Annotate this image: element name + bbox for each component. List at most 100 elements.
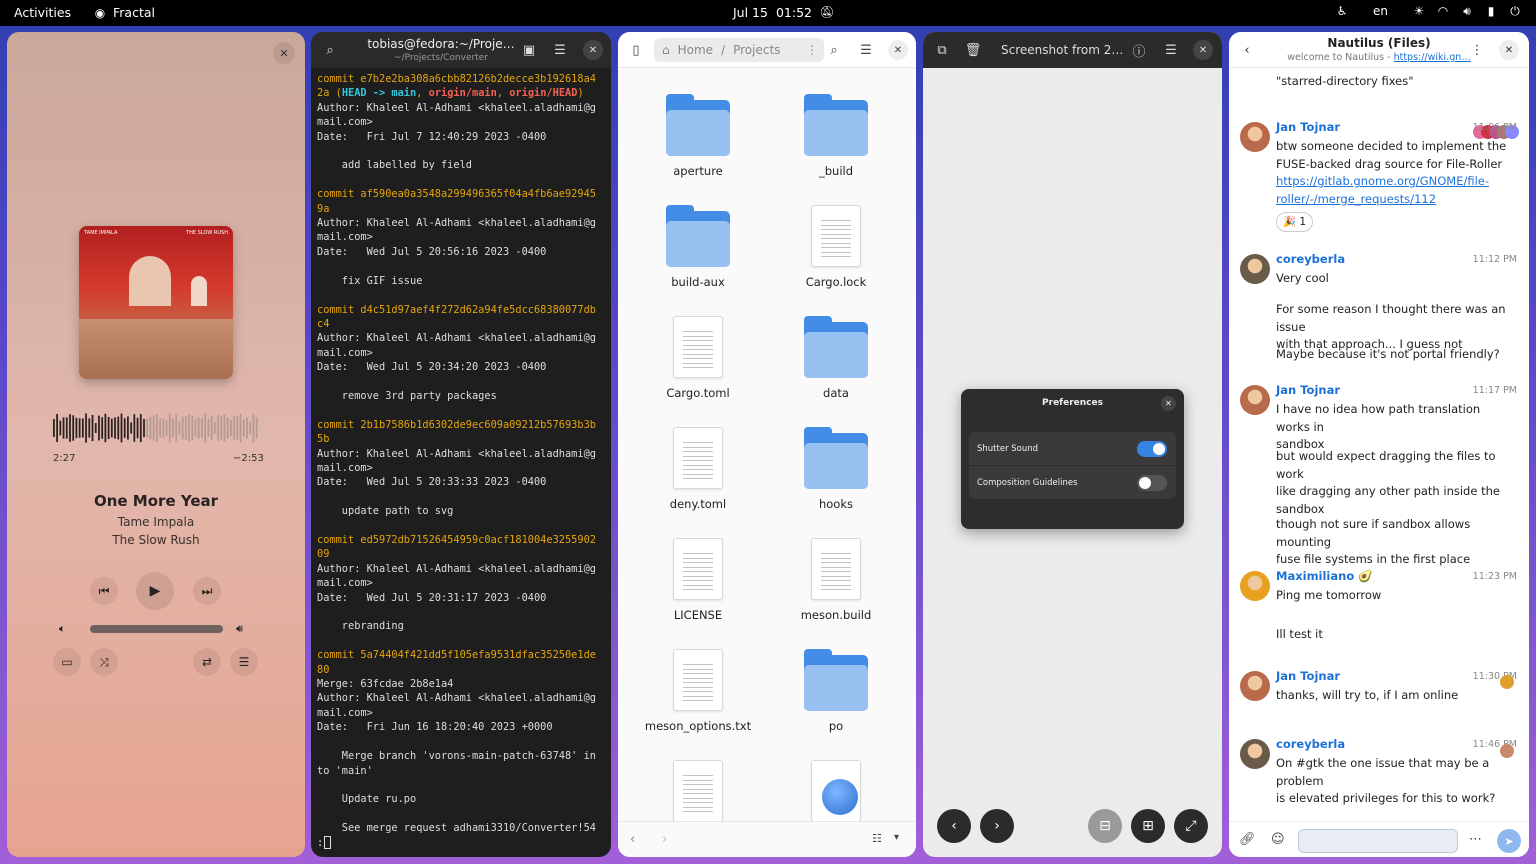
view-options-chevron-icon[interactable]: ▾ (894, 832, 899, 843)
avatar[interactable] (1240, 571, 1270, 601)
terminal-line (317, 259, 607, 273)
hamburger-icon[interactable]: ☰ (856, 40, 876, 60)
menu-button[interactable]: ☰ (230, 648, 258, 676)
waveform-bar (178, 421, 181, 435)
volume-slider[interactable] (90, 625, 223, 633)
terminal-prompt[interactable]: : (317, 836, 607, 850)
file-item[interactable]: Cargo.lock (776, 205, 896, 289)
message-input[interactable] (1298, 829, 1458, 853)
waveform-bar (168, 413, 171, 443)
list-view-icon[interactable]: ☷ (872, 832, 882, 845)
zoom-in-button[interactable]: ⊞ (1131, 809, 1165, 843)
copy-icon[interactable]: ⧉ (932, 40, 952, 60)
shuffle-button[interactable]: ⤨ (90, 648, 118, 676)
file-item[interactable]: data (776, 316, 896, 400)
reaction-chip[interactable]: 🎉 1 (1276, 212, 1314, 232)
repeat-button[interactable]: ⇄ (193, 648, 221, 676)
file-item[interactable]: hooks (776, 427, 896, 511)
message-author[interactable]: Jan Tojnar (1276, 120, 1340, 134)
file-item[interactable]: meson.build (776, 538, 896, 622)
search-icon[interactable]: ⌕ (320, 40, 340, 60)
file-item[interactable] (638, 760, 758, 830)
next-image-button[interactable]: › (980, 809, 1014, 843)
sidebar-toggle-button[interactable]: ▭ (53, 648, 81, 676)
keyboard-layout[interactable]: en (1373, 4, 1388, 18)
accessibility-icon[interactable]: ♿︎ (1335, 4, 1349, 18)
back-arrow-icon[interactable]: ‹ (630, 832, 635, 847)
forward-arrow-icon[interactable]: › (662, 832, 667, 847)
breadcrumb-current[interactable]: Projects (733, 43, 780, 57)
close-icon[interactable]: ✕ (1193, 40, 1213, 60)
app-menu[interactable]: ◉ Fractal (93, 5, 155, 20)
breadcrumb-home[interactable]: Home (678, 43, 713, 57)
file-item[interactable]: _build (776, 94, 896, 178)
system-tray[interactable]: ♿︎ en ☀ ◠ 🔊︎ ▮ ⏻ (1335, 4, 1522, 19)
clock[interactable]: Jul 15 01:52 🔕︎ (733, 5, 835, 20)
composition-guidelines-row[interactable]: Composition Guidelines (969, 466, 1176, 499)
file-item[interactable]: meson_options.txt (638, 649, 758, 733)
folder-icon (804, 649, 868, 711)
path-bar[interactable]: ⌂ Home / Projects ⋮ (654, 38, 824, 62)
file-item[interactable]: LICENSE (638, 538, 758, 622)
avatar[interactable] (1240, 385, 1270, 415)
next-button[interactable]: ⏭ (193, 577, 221, 605)
more-options-icon[interactable]: ⋯ (1469, 832, 1482, 847)
waveform-bar (242, 419, 245, 437)
message-list[interactable]: "starred-directory fixes" Jan Tojnar 11:0… (1229, 68, 1529, 845)
message-author[interactable]: Maximiliano 🥑 (1276, 569, 1373, 583)
file-item[interactable] (776, 760, 896, 830)
room-topic-link[interactable]: https://wiki.gn… (1394, 52, 1471, 63)
emoji-icon[interactable]: ☺ (1271, 832, 1285, 847)
search-icon[interactable]: ⌕ (824, 40, 844, 60)
fullscreen-button[interactable]: ⤢ (1174, 809, 1208, 843)
hamburger-icon[interactable]: ☰ (550, 40, 570, 60)
message-author[interactable]: coreyberla (1276, 252, 1345, 266)
terminal-text: update path to svg (317, 505, 454, 518)
activities-button[interactable]: Activities (14, 5, 71, 20)
waveform-bar (101, 417, 104, 439)
sidebar-toggle-icon[interactable]: ▯ (626, 40, 646, 60)
file-item[interactable]: deny.toml (638, 427, 758, 511)
composition-guidelines-toggle[interactable] (1137, 475, 1167, 491)
previous-image-button[interactable]: ‹ (937, 809, 971, 843)
avatar[interactable] (1240, 739, 1270, 769)
file-item[interactable]: po (776, 649, 896, 733)
kebab-menu-icon[interactable]: ⋮ (1467, 40, 1487, 60)
avatar[interactable] (1240, 254, 1270, 284)
avatar[interactable] (1240, 671, 1270, 701)
terminal-line: rebranding (317, 619, 607, 633)
hamburger-icon[interactable]: ☰ (1161, 40, 1181, 60)
kebab-menu-icon[interactable]: ⋮ (806, 43, 818, 57)
file-item[interactable]: Cargo.toml (638, 316, 758, 400)
close-icon[interactable]: ✕ (1499, 40, 1519, 60)
back-arrow-icon[interactable]: ‹ (1237, 40, 1257, 60)
previous-button[interactable]: ⏮ (90, 577, 118, 605)
message-author[interactable]: Jan Tojnar (1276, 383, 1340, 397)
close-icon[interactable]: ✕ (583, 40, 603, 60)
file-item[interactable]: aperture (638, 94, 758, 178)
terminal-text: Merge: 63fcdae 2b8e1a4 (317, 678, 454, 691)
file-item[interactable]: build-aux (638, 205, 758, 289)
avatar[interactable] (1240, 122, 1270, 152)
zoom-out-button[interactable]: ⊟ (1088, 809, 1122, 843)
terminal-header: ⌕ tobias@fedora:~/Proje… ~/Projects/Conv… (311, 32, 611, 68)
terminal-output[interactable]: commit e7b2e2ba308a6cbb82126b2decce3b192… (317, 72, 607, 850)
file-name: Cargo.lock (805, 275, 867, 289)
message-author[interactable]: coreyberla (1276, 737, 1345, 751)
trash-icon[interactable]: 🗑︎ (963, 40, 983, 60)
tab-overview-icon[interactable]: ▣ (519, 40, 539, 60)
message-link[interactable]: roller/-/merge_requests/112 (1276, 191, 1516, 209)
shutter-sound-toggle[interactable] (1137, 441, 1167, 457)
send-button[interactable]: ➤ (1497, 829, 1521, 853)
fullscreen-icon: ⤢ (1185, 818, 1197, 834)
message-link[interactable]: https://gitlab.gnome.org/GNOME/file- (1276, 173, 1516, 191)
close-icon[interactable]: ✕ (888, 40, 908, 60)
attach-icon[interactable]: 🔗︎ (1239, 832, 1256, 847)
info-icon[interactable]: ⓘ (1129, 40, 1149, 60)
close-button[interactable]: ✕ (273, 42, 295, 64)
shutter-sound-row[interactable]: Shutter Sound (969, 432, 1176, 465)
waveform-seek-bar[interactable] (53, 410, 259, 446)
play-button[interactable]: ▶ (136, 572, 174, 610)
message-author[interactable]: Jan Tojnar (1276, 669, 1340, 683)
close-icon[interactable]: ✕ (1161, 396, 1176, 411)
